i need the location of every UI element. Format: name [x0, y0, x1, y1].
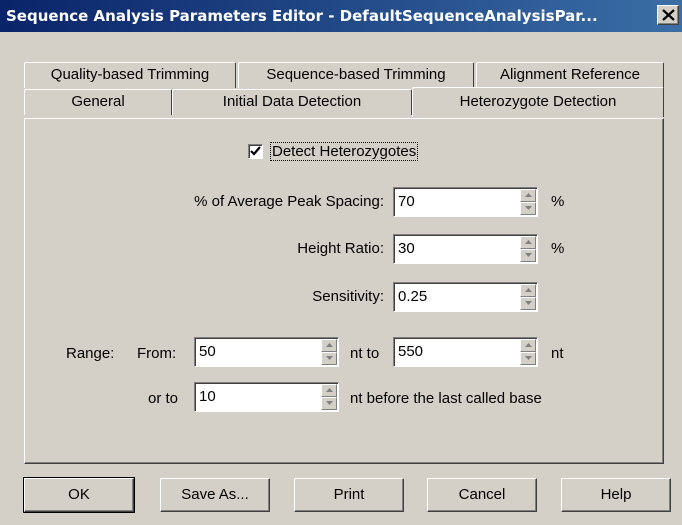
- down-arrow-icon: [525, 301, 532, 305]
- cancel-button[interactable]: Cancel: [427, 478, 537, 512]
- range-to-unit: nt: [551, 345, 564, 362]
- peak-spacing-spinbox[interactable]: 70: [393, 187, 538, 217]
- save-as-button[interactable]: Save As...: [160, 478, 270, 512]
- range-from-label: From:: [137, 345, 177, 362]
- spin-up-arrow[interactable]: [321, 339, 337, 352]
- tab-general[interactable]: General: [24, 89, 172, 115]
- print-button-label: Print: [333, 486, 365, 503]
- cancel-button-label: Cancel: [458, 486, 506, 503]
- detect-heterozygotes-checkbox[interactable]: [248, 144, 263, 159]
- height-ratio-unit: %: [551, 240, 565, 257]
- close-button[interactable]: [657, 5, 679, 25]
- sensitivity-spinbox[interactable]: 0.25: [393, 282, 538, 312]
- up-arrow-icon: [326, 388, 333, 392]
- or-to-spinbox[interactable]: 10: [194, 382, 339, 412]
- down-arrow-icon: [525, 356, 532, 360]
- tab-alignment-reference[interactable]: Alignment Reference: [476, 62, 664, 88]
- title-bar: Sequence Analysis Parameters Editor - De…: [0, 0, 682, 32]
- spin-down-arrow[interactable]: [321, 352, 337, 365]
- sensitivity-label: Sensitivity:: [312, 288, 384, 305]
- ok-button[interactable]: OK: [23, 477, 135, 513]
- tab-heterozygote-detection[interactable]: Heterozygote Detection: [412, 87, 664, 117]
- help-button-label: Help: [600, 486, 632, 503]
- or-to-value: 10: [199, 388, 216, 405]
- sensitivity-value: 0.25: [398, 288, 428, 305]
- print-button[interactable]: Print: [294, 478, 404, 512]
- height-ratio-value: 30: [398, 240, 415, 257]
- range-to-spinbox[interactable]: 550: [393, 337, 538, 367]
- tab-label: Heterozygote Detection: [459, 93, 617, 110]
- window-title: Sequence Analysis Parameters Editor - De…: [6, 7, 598, 25]
- spin-up-arrow[interactable]: [520, 236, 536, 249]
- range-label: Range:: [66, 345, 115, 362]
- ok-button-label: OK: [68, 486, 90, 503]
- range-from-spinbox[interactable]: 50: [194, 337, 339, 367]
- help-button[interactable]: Help: [561, 478, 671, 512]
- range-from-value: 50: [199, 343, 216, 360]
- tab-quality-based-trimming[interactable]: Quality-based Trimming: [24, 62, 236, 88]
- spin-up-arrow[interactable]: [520, 284, 536, 297]
- tab-label: Sequence-based Trimming: [266, 66, 446, 83]
- peak-spacing-value: 70: [398, 193, 415, 210]
- tab-label: General: [71, 93, 125, 110]
- spin-down-arrow[interactable]: [520, 202, 536, 215]
- detect-heterozygotes-label[interactable]: Detect Heterozygotes: [270, 142, 419, 161]
- spin-down-arrow[interactable]: [520, 297, 536, 310]
- checkmark-icon: [250, 146, 261, 156]
- or-to-suffix: nt before the last called base: [350, 390, 542, 407]
- tab-sequence-based-trimming[interactable]: Sequence-based Trimming: [238, 62, 474, 88]
- spin-up-arrow[interactable]: [321, 384, 337, 397]
- down-arrow-icon: [525, 206, 532, 210]
- tab-label: Quality-based Trimming: [50, 66, 210, 83]
- up-arrow-icon: [525, 288, 532, 292]
- spin-down-arrow[interactable]: [321, 397, 337, 410]
- tab-label: Initial Data Detection: [222, 93, 362, 110]
- up-arrow-icon: [525, 193, 532, 197]
- height-ratio-spinbox[interactable]: 30: [393, 234, 538, 264]
- spin-down-arrow[interactable]: [520, 352, 536, 365]
- close-icon: [662, 9, 675, 21]
- down-arrow-icon: [326, 401, 333, 405]
- up-arrow-icon: [326, 343, 333, 347]
- or-to-label: or to: [148, 390, 179, 407]
- up-arrow-icon: [525, 240, 532, 244]
- save-as-button-label: Save As...: [181, 486, 249, 503]
- spin-up-arrow[interactable]: [520, 339, 536, 352]
- tab-label: Alignment Reference: [499, 66, 641, 83]
- down-arrow-icon: [525, 253, 532, 257]
- peak-spacing-label: % of Average Peak Spacing:: [194, 193, 384, 210]
- range-to-label: nt to: [350, 345, 380, 362]
- height-ratio-label: Height Ratio:: [297, 240, 384, 257]
- tab-initial-data-detection[interactable]: Initial Data Detection: [172, 89, 412, 115]
- down-arrow-icon: [326, 356, 333, 360]
- spin-up-arrow[interactable]: [520, 189, 536, 202]
- peak-spacing-unit: %: [551, 193, 565, 210]
- up-arrow-icon: [525, 343, 532, 347]
- range-to-value: 550: [398, 343, 424, 360]
- spin-down-arrow[interactable]: [520, 249, 536, 262]
